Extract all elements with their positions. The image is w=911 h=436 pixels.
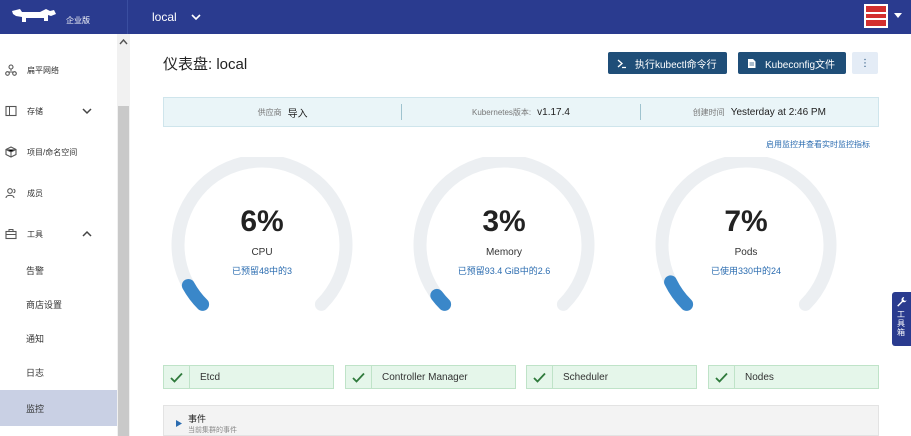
check-icon-cell <box>346 366 372 388</box>
check-icon <box>533 372 546 383</box>
check-icon-cell <box>164 366 190 388</box>
logo[interactable]: 企业版 <box>0 0 128 34</box>
pods-gauge: 7% Pods 已使用330中的24 <box>646 157 846 327</box>
gauge-percent: 3% <box>482 205 526 238</box>
rancher-logo-icon <box>12 9 56 22</box>
created-info: 创建时间 Yesterday at 2:46 PM <box>641 98 878 126</box>
network-icon <box>5 64 17 76</box>
more-actions-button[interactable]: ⋮ <box>852 52 878 74</box>
chevron-up-icon <box>82 230 92 237</box>
gauge-percent: 6% <box>240 205 284 238</box>
gauge-arc <box>655 157 837 311</box>
events-title: 事件 <box>188 414 207 424</box>
user-avatar[interactable] <box>864 4 888 28</box>
toolbox-label: 工具箱 <box>897 310 905 337</box>
memory-gauge: 3% Memory 已预留93.4 GiB中的2.6 <box>404 157 604 327</box>
main-content: 仪表盘: local 执行kubectl命令行 Kubeconfig文件 ⋮ 供… <box>131 34 911 436</box>
sidebar-item-label: 扁平网络 <box>27 65 59 75</box>
sidebar-item-label: 项目/命名空间 <box>27 147 78 157</box>
sidebar-scroll-thumb[interactable] <box>118 106 129 436</box>
check-icon-cell <box>709 366 735 388</box>
logo-edition-text: 企业版 <box>66 16 90 25</box>
gauge-detail: 已使用330中的24 <box>710 266 782 276</box>
k8s-version-value: v1.17.4 <box>537 106 570 118</box>
toolbox-tab[interactable]: 工具箱 <box>892 292 911 346</box>
sidebar-item-tools[interactable]: 工具 <box>0 220 117 248</box>
sidebar-subitem-monitoring[interactable]: 监控 <box>0 390 117 426</box>
gauge-detail: 已预留93.4 GiB中的2.6 <box>457 266 551 276</box>
k8s-version-info: Kubernetes版本: v1.17.4 <box>402 98 639 126</box>
sidebar-item-flat-network[interactable]: 扁平网络 <box>0 56 117 84</box>
sidebar-item-projects[interactable]: 项目/命名空间 <box>0 138 117 166</box>
sidebar-item-label: 存储 <box>27 106 43 116</box>
kubeconfig-button-label: Kubeconfig文件 <box>765 59 836 71</box>
sidebar-item-label: 成员 <box>27 188 43 198</box>
sidebar-item-members[interactable]: 成员 <box>0 179 117 207</box>
check-icon-cell <box>527 366 553 388</box>
user-menu-caret-icon[interactable] <box>893 12 903 20</box>
chevron-down-icon <box>191 14 201 21</box>
provider-value: 导入 <box>287 108 308 120</box>
events-panel[interactable]: 事件 当前集群的事件 <box>163 405 879 436</box>
sidebar-subitem-alerts[interactable]: 告警 <box>0 257 117 283</box>
status-label: Etcd <box>200 371 221 383</box>
kubectl-button-label: 执行kubectl命令行 <box>635 59 717 71</box>
expand-triangle-icon[interactable] <box>176 420 182 427</box>
gauge-name: CPU <box>251 247 273 258</box>
sidebar-item-label: 工具 <box>27 229 43 239</box>
cluster-info-bar: 供应商 导入 Kubernetes版本: v1.17.4 创建时间 Yester… <box>163 97 879 127</box>
gauge-detail: 已预留48中的3 <box>231 266 293 276</box>
scroll-up-icon[interactable] <box>119 38 128 46</box>
status-label: Scheduler <box>563 371 609 383</box>
cpu-gauge: 6% CPU 已预留48中的3 <box>162 157 362 327</box>
cluster-name: local <box>152 10 177 24</box>
nodes-status: Nodes <box>708 365 879 389</box>
sidebar-subitem-notifiers[interactable]: 通知 <box>0 325 117 351</box>
created-value: Yesterday at 2:46 PM <box>730 106 826 118</box>
sidebar-item-storage[interactable]: 存储 <box>0 97 117 125</box>
created-label: 创建时间 <box>692 107 725 117</box>
cluster-selector[interactable]: local <box>140 0 206 34</box>
chevron-down-icon <box>82 108 92 115</box>
scheduler-status: Scheduler <box>526 365 697 389</box>
file-icon <box>748 58 756 68</box>
sidebar-subitem-catalog-settings[interactable]: 商店设置 <box>0 291 117 317</box>
top-bar: 企业版 local <box>0 0 911 34</box>
gauge-name: Pods <box>734 247 758 258</box>
check-icon <box>352 372 365 383</box>
events-subtitle: 当前集群的事件 <box>188 427 237 434</box>
check-icon <box>170 372 183 383</box>
kubeconfig-button[interactable]: Kubeconfig文件 <box>738 52 846 74</box>
status-label: Nodes <box>745 371 774 383</box>
etcd-status: Etcd <box>163 365 334 389</box>
project-icon <box>5 146 17 158</box>
provider-label: 供应商 <box>257 107 282 117</box>
members-icon <box>5 188 16 199</box>
wrench-icon <box>897 297 907 307</box>
sidebar: 扁平网络 存储 项目/命名空间 成员 工具 告警 商店设置 通知 日志 监控 <box>0 34 130 436</box>
enable-monitoring-link[interactable]: 启用监控并查看实时监控指标 <box>766 139 870 150</box>
provider-info: 供应商 导入 <box>164 98 401 126</box>
terminal-icon <box>617 59 626 68</box>
page-title: 仪表盘: local <box>163 56 248 73</box>
kubectl-button[interactable]: 执行kubectl命令行 <box>608 52 727 74</box>
tools-icon <box>5 229 17 240</box>
gauge-percent: 7% <box>724 205 768 238</box>
storage-icon <box>5 105 17 117</box>
k8s-version-label: Kubernetes版本: <box>472 107 532 117</box>
controller-manager-status: Controller Manager <box>345 365 516 389</box>
gauge-arc <box>171 157 353 311</box>
sidebar-subitem-logging[interactable]: 日志 <box>0 359 117 385</box>
check-icon <box>715 372 728 383</box>
gauge-arc <box>413 157 595 311</box>
status-label: Controller Manager <box>382 371 468 383</box>
gauge-name: Memory <box>485 247 523 258</box>
